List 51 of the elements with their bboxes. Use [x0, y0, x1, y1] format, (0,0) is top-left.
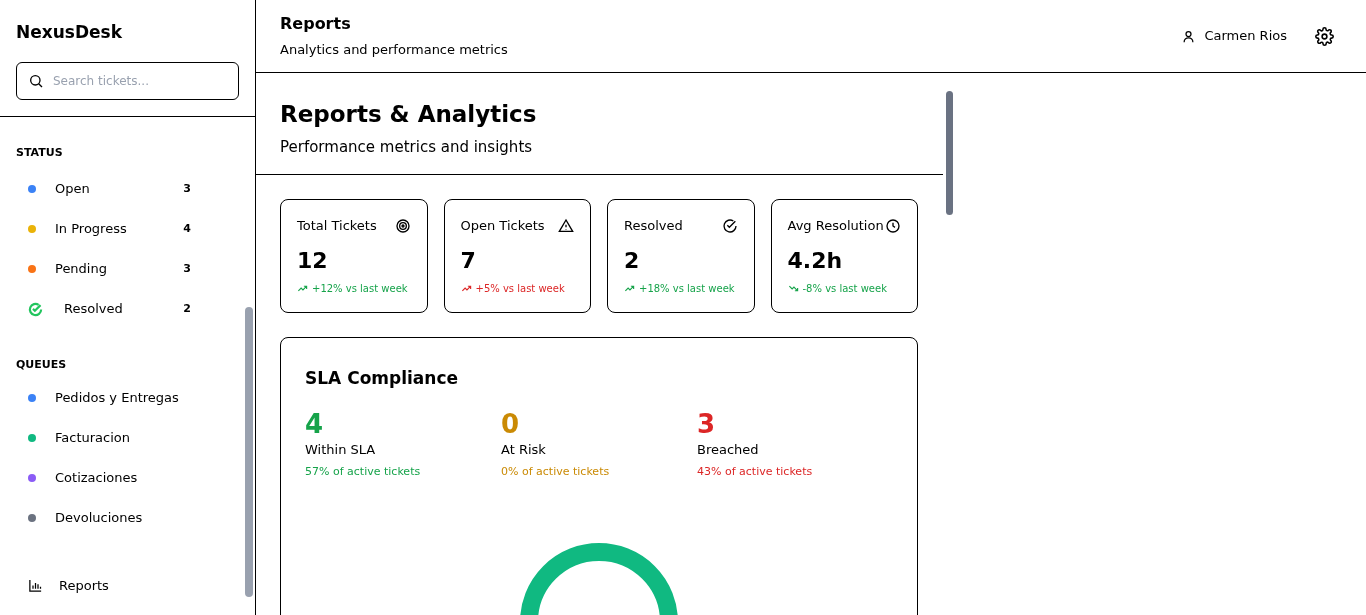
count-label: 2 — [183, 300, 191, 317]
section-heading: STATUS — [16, 144, 64, 161]
trend-text: +5% vs last week — [475, 281, 565, 296]
search-icon — [28, 72, 44, 89]
sla-value: 0 — [501, 407, 521, 440]
stat-label: Resolved — [624, 217, 683, 235]
card-title: SLA Compliance — [305, 367, 460, 390]
trend-text: +18% vs last week — [639, 281, 735, 296]
trend-text: -8% vs last week — [802, 281, 887, 296]
queue-item[interactable]: Devoluciones — [16, 497, 227, 538]
sla-value: 4 — [305, 407, 325, 440]
queue-item[interactable]: Pedidos y Entregas — [16, 377, 227, 418]
bar-chart-icon — [28, 577, 43, 593]
status-item[interactable]: Resolved 2 — [16, 289, 227, 329]
stat-value: 4.2h — [787, 246, 844, 275]
user-menu[interactable]: Carmen Rios — [1181, 26, 1287, 46]
search-field[interactable]: Search tickets... — [16, 61, 239, 100]
page-subtitle: Performance metrics and insights — [280, 136, 534, 158]
settings-icon[interactable] — [1315, 26, 1334, 46]
sla-label: At Risk — [501, 441, 547, 459]
clock-icon — [885, 217, 901, 234]
count-label: 3 — [183, 180, 191, 197]
status-item[interactable]: Pending 3 — [16, 249, 227, 289]
sla-label: Breached — [697, 441, 760, 459]
warning-icon — [558, 217, 574, 234]
page-title: Reports & Analytics — [280, 100, 538, 129]
check-circle-icon — [721, 217, 738, 234]
target-icon — [394, 217, 411, 234]
sla-value: 3 — [697, 407, 717, 440]
header-subtitle: Analytics and performance metrics — [280, 41, 509, 60]
sla-note: 43% of active tickets — [697, 463, 814, 480]
stat-label: Open Tickets — [460, 217, 545, 235]
reports-link[interactable]: Reports — [16, 575, 227, 595]
queue-item[interactable]: Cotizaciones — [16, 457, 227, 498]
stat-value: 2 — [624, 246, 641, 275]
header-title: Reports — [280, 13, 352, 36]
trend-text: +12% vs last week — [312, 281, 408, 296]
sla-label: Within SLA — [305, 441, 377, 459]
status-item[interactable]: Open 3 — [16, 169, 227, 209]
stat-label: Total Tickets — [297, 217, 377, 235]
stat-value: 12 — [297, 246, 329, 275]
section-heading: QUEUES — [16, 357, 68, 373]
queue-item[interactable]: Facturacion — [16, 417, 227, 458]
stat-value: 7 — [460, 246, 477, 275]
count-label: 3 — [183, 260, 191, 277]
sla-note: 57% of active tickets — [305, 463, 422, 480]
sla-note: 0% of active tickets — [501, 463, 611, 480]
status-item[interactable]: In Progress 4 — [16, 209, 227, 249]
stat-label: Avg Resolution — [787, 217, 884, 235]
brand-title: NexusDesk — [16, 21, 123, 44]
count-label: 4 — [183, 220, 191, 237]
